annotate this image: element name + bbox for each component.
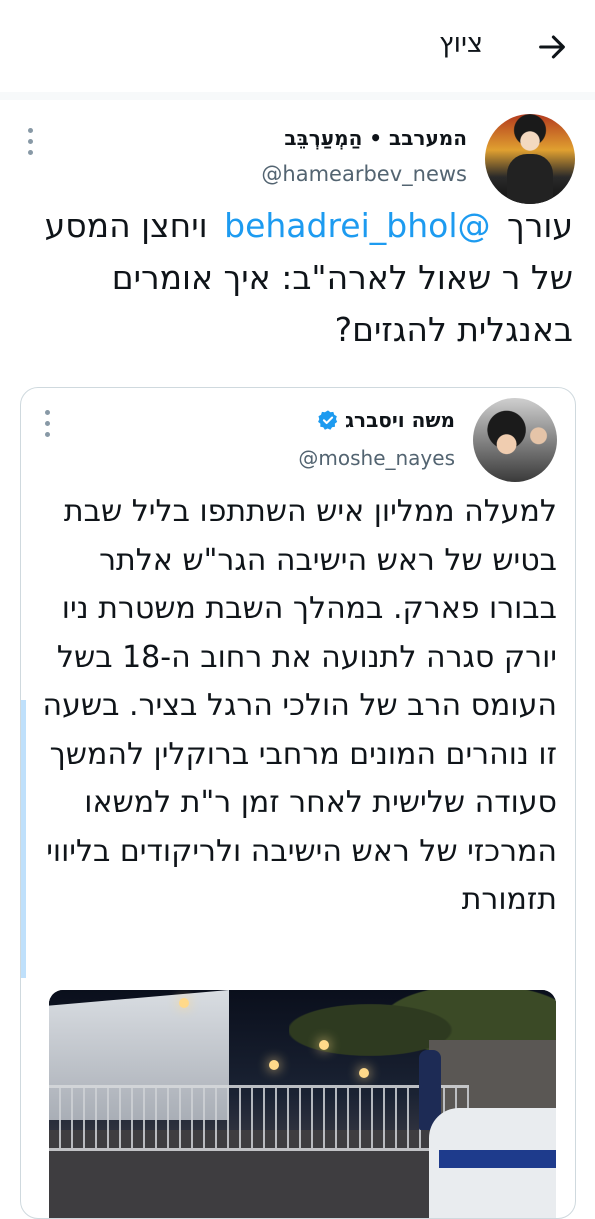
quoted-tweet[interactable]: משה ויסברג @moshe_nayes למעלה ממליון איש… xyxy=(20,387,576,1219)
quoted-tweet-text: למעלה ממליון איש השתתפו בליל שבת בטיש של… xyxy=(42,494,557,917)
tweet-photo[interactable] xyxy=(49,990,556,1218)
header-divider xyxy=(0,92,595,100)
mention-link[interactable]: @behadrei_bhol xyxy=(224,206,490,245)
quoted-author-handle[interactable]: @moshe_nayes xyxy=(298,446,455,470)
quoted-more-icon[interactable] xyxy=(45,410,53,443)
quoted-author-avatar[interactable] xyxy=(473,398,557,482)
page-title: ציוץ xyxy=(439,28,483,59)
author-name[interactable]: המערבב • הַמְעַרְבֵּב xyxy=(284,126,467,150)
verified-badge-icon xyxy=(318,410,338,430)
arrow-right-icon[interactable] xyxy=(535,30,569,64)
quoted-author-name-row[interactable]: משה ויסברג xyxy=(317,408,455,432)
tweet-text: עורך @behadrei_bhol ויחצן המסע של ר שאול… xyxy=(18,200,573,356)
author-avatar[interactable] xyxy=(485,114,575,204)
author-handle[interactable]: @hamearbev_news xyxy=(261,162,467,186)
more-options-icon[interactable] xyxy=(28,128,36,162)
tweet-text-start: עורך xyxy=(507,206,573,245)
tweet: המערבב • הַמְעַרְבֵּב @hamearbev_news עו… xyxy=(0,100,595,1219)
scroll-indicator xyxy=(21,700,26,978)
top-bar: ציוץ xyxy=(0,0,595,93)
quoted-author-name: משה ויסברג xyxy=(345,408,455,432)
